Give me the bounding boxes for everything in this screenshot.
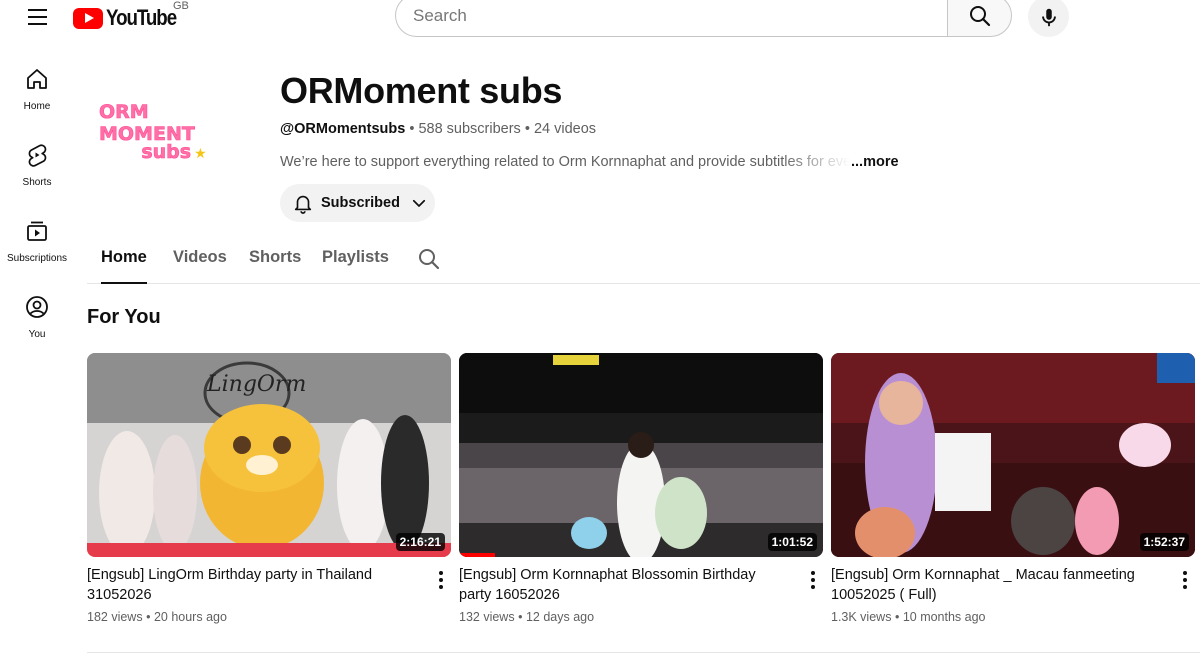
logo-text: YouTube <box>106 5 177 30</box>
shorts-icon <box>24 142 50 168</box>
video-thumbnail[interactable]: LingOrm 2:16:21 <box>87 353 451 557</box>
microphone-icon <box>1041 8 1056 26</box>
account-circle-icon <box>24 294 50 320</box>
search-icon <box>419 249 440 270</box>
tab-videos[interactable]: Videos <box>173 248 227 284</box>
avatar-logo-line1: ORM MOMENT <box>99 101 195 146</box>
svg-text:LingOrm: LingOrm <box>206 372 306 397</box>
left-sidebar: Home Shorts Subscriptions You <box>0 56 74 360</box>
video-views: 182 views <box>87 610 143 624</box>
channel-description[interactable]: We’re here to support everything related… <box>280 154 850 170</box>
subscribed-button[interactable]: Subscribed <box>280 184 435 222</box>
subscriber-count: 588 subscribers <box>418 121 521 137</box>
video-views: 1.3K views <box>831 610 892 624</box>
video-count: 24 videos <box>533 121 597 137</box>
video-title[interactable]: [Engsub] Orm Kornnaphat Blossomin Birthd… <box>459 565 789 605</box>
sidebar-item-label: Shorts <box>22 177 52 188</box>
thumbnail-image: LingOrm <box>87 353 451 557</box>
tab-playlists[interactable]: Playlists <box>322 248 389 284</box>
sidebar-item-subscriptions[interactable]: Subscriptions <box>0 208 74 284</box>
video-title[interactable]: [Engsub] Orm Kornnaphat _ Macau fanmeeti… <box>831 565 1161 605</box>
video-meta: 132 views • 12 days ago <box>459 610 594 624</box>
watch-progress-bar <box>459 553 496 557</box>
region-code: GB <box>173 0 189 12</box>
video-duration: 1:01:52 <box>767 533 817 551</box>
meta-separator: • <box>518 610 523 624</box>
video-card[interactable]: LingOrm 2:16:21 [Engsub] LingOrm Birthda… <box>87 353 451 624</box>
sidebar-item-you[interactable]: You <box>0 284 74 360</box>
more-options-icon[interactable] <box>803 568 823 592</box>
thumbnail-image <box>459 353 823 557</box>
search-bar <box>395 0 1012 37</box>
divider <box>87 652 1200 653</box>
meta-separator: • <box>409 121 415 137</box>
voice-search-button[interactable] <box>1028 0 1069 37</box>
video-age: 10 months ago <box>902 610 986 624</box>
sidebar-item-label: Subscriptions <box>6 253 68 264</box>
search-icon <box>969 5 990 26</box>
description-more-link[interactable]: ...more <box>851 154 899 170</box>
channel-avatar[interactable]: ORM MOMENT subs ★ <box>99 82 249 182</box>
video-title[interactable]: [Engsub] LingOrm Birthday party in Thail… <box>87 565 417 605</box>
hamburger-menu-icon[interactable] <box>22 2 52 32</box>
sidebar-item-shorts[interactable]: Shorts <box>0 132 74 208</box>
video-thumbnail[interactable]: 1:52:37 <box>831 353 1195 557</box>
youtube-play-icon <box>73 7 103 29</box>
channel-title: ORMoment subs <box>280 70 563 111</box>
search-button[interactable] <box>947 0 1012 37</box>
meta-separator: • <box>524 121 530 137</box>
meta-separator: • <box>894 610 900 624</box>
sidebar-item-label: Home <box>23 101 51 112</box>
video-meta: 1.3K views • 10 months ago <box>831 610 986 624</box>
top-bar: YouTube GB <box>0 0 1200 37</box>
channel-search-button[interactable] <box>417 247 441 276</box>
video-duration: 2:16:21 <box>395 533 445 551</box>
more-options-icon[interactable] <box>431 568 451 592</box>
video-age: 12 days ago <box>525 610 595 624</box>
channel-meta: @ORMomentsubs • 588 subscribers • 24 vid… <box>280 121 596 137</box>
tab-home[interactable]: Home <box>101 248 147 284</box>
video-card[interactable]: 1:52:37 [Engsub] Orm Kornnaphat _ Macau … <box>831 353 1195 624</box>
video-card[interactable]: 1:01:52 [Engsub] Orm Kornnaphat Blossomi… <box>459 353 823 624</box>
home-icon <box>24 66 50 92</box>
chevron-down-icon <box>410 194 428 212</box>
channel-handle: @ORMomentsubs <box>280 121 406 137</box>
star-icon: ★ <box>194 146 207 162</box>
more-options-icon[interactable] <box>1175 568 1195 592</box>
sidebar-item-label: You <box>28 329 46 340</box>
search-input[interactable] <box>395 0 947 37</box>
meta-separator: • <box>146 610 151 624</box>
channel-tabs: Home Videos Shorts Playlists <box>87 244 1200 284</box>
tab-shorts[interactable]: Shorts <box>249 248 301 284</box>
bell-icon <box>294 195 312 214</box>
video-meta: 182 views • 20 hours ago <box>87 610 227 624</box>
section-title: For You <box>87 306 161 328</box>
video-thumbnail[interactable]: 1:01:52 <box>459 353 823 557</box>
video-duration: 1:52:37 <box>1139 533 1189 551</box>
sidebar-item-home[interactable]: Home <box>0 56 74 132</box>
youtube-logo[interactable]: YouTube <box>73 5 188 31</box>
video-views: 132 views <box>459 610 515 624</box>
thumbnail-image <box>831 353 1195 557</box>
video-age: 20 hours ago <box>153 610 227 624</box>
avatar-logo-line2: subs ★ <box>141 141 207 164</box>
subscribed-label: Subscribed <box>321 195 400 211</box>
subscriptions-icon <box>24 218 50 244</box>
avatar-logo-subs: subs <box>141 141 192 164</box>
